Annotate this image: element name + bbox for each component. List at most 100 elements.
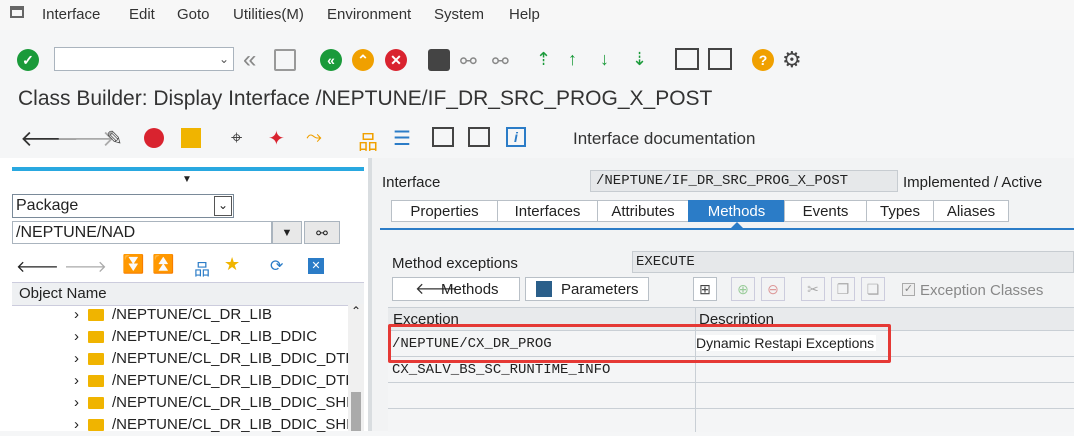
new-session-icon[interactable]	[675, 48, 699, 70]
tab-caret	[729, 222, 745, 230]
hierarchy-icon[interactable]: 品	[358, 126, 378, 155]
tree-item-label: /NEPTUNE/CL_DR_LIB_DDIC_SHLP	[112, 416, 365, 433]
cut-icon: ✂	[801, 277, 825, 301]
menu-edit[interactable]: Edit	[129, 6, 155, 23]
close-icon[interactable]: ✕	[308, 258, 324, 274]
tree-list: › /NEPTUNE/CL_DR_LIB › /NEPTUNE/CL_DR_LIB_…	[0, 304, 368, 433]
exception-cell[interactable]: CX_SALV_BS_SC_RUNTIME_INFO	[392, 362, 610, 378]
method-name-field: EXECUTE	[632, 251, 1074, 273]
collapse-icon[interactable]: ⏬	[122, 254, 144, 275]
package-input[interactable]: /NEPTUNE/NAD	[12, 221, 272, 244]
forward-arrow-icon[interactable]: 🡒	[64, 256, 107, 277]
insert-row-icon[interactable]: ⊞	[693, 277, 717, 301]
tree-item-label: /NEPTUNE/CL_DR_LIB	[112, 306, 273, 323]
folder-icon	[88, 397, 104, 409]
previous-page-icon[interactable]: ↑	[568, 49, 590, 71]
help-icon[interactable]: ?	[752, 49, 774, 71]
object-type-select[interactable]: Package ⌄	[12, 194, 234, 218]
chevron-right-icon: ›	[74, 350, 79, 367]
scroll-up-icon[interactable]: ⌃	[351, 304, 361, 318]
methods-button[interactable]: 🡐 Methods	[392, 277, 520, 301]
menu-utilities[interactable]: Utilities(M)	[233, 6, 304, 23]
scroll-thumb[interactable]	[351, 392, 361, 431]
exception-classes-checkbox[interactable]: ✓	[902, 283, 915, 296]
tab-interfaces[interactable]: Interfaces	[497, 200, 598, 222]
tree-item-label: /NEPTUNE/CL_DR_LIB_DDIC_DTEL	[112, 350, 364, 367]
refresh-icon[interactable]: ⟳	[270, 256, 283, 276]
list-icon[interactable]	[468, 127, 490, 147]
select-arrow: ⌄	[214, 196, 232, 216]
save-icon[interactable]	[274, 49, 296, 71]
status-label: Implemented / Active	[903, 174, 1043, 191]
command-field[interactable]: ⌄	[54, 47, 234, 71]
display-change-icon[interactable]: ✎	[106, 126, 123, 151]
back-icon[interactable]: «	[320, 49, 342, 71]
print-icon[interactable]	[428, 49, 450, 71]
back-arrow-icon[interactable]: 🡐	[16, 256, 59, 277]
delete-row-icon: ⊖	[761, 277, 785, 301]
menu-goto[interactable]: Goto	[177, 6, 210, 23]
source-icon[interactable]	[432, 127, 454, 147]
folder-icon	[88, 375, 104, 387]
menu-icon[interactable]	[10, 6, 24, 18]
tab-underline	[380, 228, 1074, 230]
folder-icon	[88, 353, 104, 365]
activate-icon[interactable]	[181, 128, 201, 148]
tab-types[interactable]: Types	[866, 200, 934, 222]
menu-interface[interactable]: Interface	[42, 6, 100, 23]
check-icon[interactable]	[144, 128, 164, 148]
menu-system[interactable]: System	[434, 6, 484, 23]
interface-name-field: /NEPTUNE/IF_DR_SRC_PROG_X_POST	[590, 170, 898, 192]
gear-icon[interactable]: ⚙	[782, 47, 804, 72]
back-double-icon[interactable]: «	[243, 46, 256, 74]
shortcut-icon[interactable]	[708, 48, 732, 70]
methods-button-label: Methods	[441, 281, 499, 298]
method-exceptions-label: Method exceptions	[392, 255, 518, 272]
copy-icon: ❐	[831, 277, 855, 301]
tab-methods[interactable]: Methods	[688, 200, 785, 222]
next-page-icon[interactable]: ↓	[600, 49, 622, 71]
navigator-top-bar	[12, 167, 364, 171]
tree-scrollbar[interactable]: ⌃	[348, 304, 364, 431]
chevron-right-icon: ›	[74, 416, 79, 433]
interface-label: Interface	[382, 174, 441, 191]
where-used-icon[interactable]: ⌖	[231, 127, 242, 150]
row-highlight	[388, 324, 891, 363]
expand-icon[interactable]: ⏫	[152, 254, 174, 275]
tree-icon[interactable]: 品	[194, 256, 210, 280]
row-divider	[388, 408, 1074, 409]
chevron-down-icon: ⌄	[218, 52, 229, 66]
package-value: /NEPTUNE/NAD	[16, 224, 136, 241]
navigate-icon[interactable]: ⤳	[306, 126, 322, 149]
chevron-down-icon[interactable]: ▼	[182, 174, 192, 185]
interface-documentation-button[interactable]: Interface documentation	[573, 129, 755, 149]
chevron-right-icon: ›	[74, 372, 79, 389]
wizard-icon[interactable]: ✦	[268, 126, 285, 151]
menu-help[interactable]: Help	[509, 6, 540, 23]
find-icon[interactable]: ⚯	[460, 49, 482, 73]
object-type-value: Package	[16, 197, 79, 214]
chevron-right-icon: ›	[74, 306, 79, 323]
display-glasses-button[interactable]: ⚯	[304, 221, 340, 244]
parameters-button[interactable]: Parameters	[525, 277, 649, 301]
info-icon[interactable]: i	[506, 127, 526, 147]
package-dropdown-button[interactable]: ▼	[272, 221, 302, 244]
column-header-object-name: Object Name	[19, 285, 107, 302]
tab-attributes[interactable]: Attributes	[597, 200, 689, 222]
tab-events[interactable]: Events	[784, 200, 867, 222]
menu-environment[interactable]: Environment	[327, 6, 411, 23]
last-page-icon[interactable]: ⇣	[632, 49, 654, 71]
tab-properties[interactable]: Properties	[391, 200, 498, 222]
folder-icon	[88, 419, 104, 431]
object-navigator: ▼ Package ⌄ /NEPTUNE/NAD ▼ ⚯ 🡐 🡒 ⏬ ⏫ 品 ★…	[0, 158, 368, 433]
cancel-icon[interactable]: ✕	[385, 49, 407, 71]
page-title: Class Builder: Display Interface /NEPTUN…	[18, 87, 713, 110]
first-page-icon[interactable]: ⇡	[536, 49, 558, 71]
find-next-icon[interactable]: ⚯	[492, 49, 514, 73]
exit-icon[interactable]: ⌃	[352, 49, 374, 71]
star-icon[interactable]: ★	[224, 254, 240, 275]
tab-aliases[interactable]: Aliases	[933, 200, 1009, 222]
enter-icon[interactable]: ✓	[17, 49, 39, 71]
parameters-icon	[536, 281, 552, 297]
outline-icon[interactable]: ☰	[393, 126, 411, 151]
